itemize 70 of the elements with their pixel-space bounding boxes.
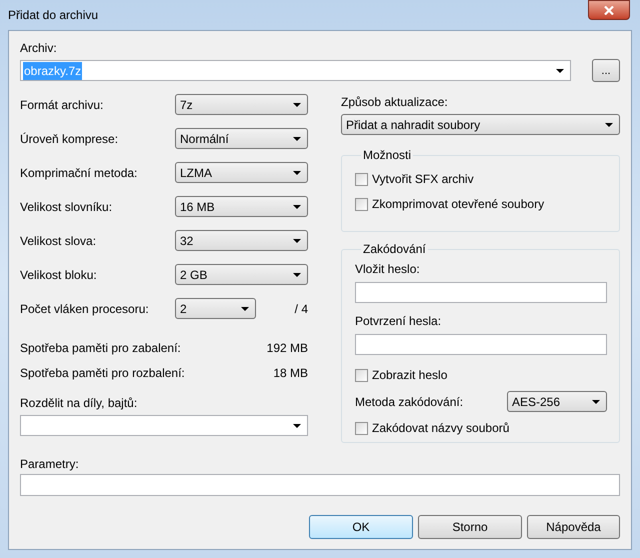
dropdown[interactable]: LZMA	[175, 162, 308, 183]
group-title: Možnosti	[362, 147, 412, 163]
dropdown[interactable]: Normální	[175, 128, 308, 149]
checkbox-label: Zakódovat názvy souborů	[372, 420, 510, 437]
setting-label: Velikost bloku:	[20, 266, 98, 284]
dropdown-value: Normální	[180, 130, 229, 148]
checkbox-label: Zobrazit heslo	[372, 367, 448, 384]
dropdown-value: 32	[180, 232, 194, 250]
dialog-button[interactable]: Nápověda	[527, 515, 620, 539]
setting-label: Velikost slova:	[20, 232, 98, 250]
memory-value: 192 MB	[266, 340, 308, 356]
dropdown[interactable]: 7z	[175, 94, 308, 115]
window-title: Přidat do archivu	[8, 7, 98, 24]
dropdown[interactable]: 16 MB	[175, 196, 308, 217]
memory-label: Spotřeba paměti pro rozbalení:	[20, 364, 185, 382]
dropdown[interactable]: Přidat a nahradit soubory	[341, 114, 620, 135]
dropdown-value: AES-256	[512, 394, 560, 410]
dropdown[interactable]: 2	[175, 298, 256, 319]
password-confirm-field[interactable]	[355, 334, 607, 355]
parameters-field[interactable]	[20, 474, 620, 496]
field-label: Potvrzení hesla:	[355, 313, 442, 329]
dropdown-value: LZMA	[180, 164, 212, 182]
dropdown-value: 2	[180, 300, 187, 318]
field-label: Parametry:	[20, 456, 80, 472]
thread-total: / 4	[294, 300, 308, 318]
dropdown-arrow-icon	[592, 400, 600, 404]
checkbox[interactable]	[355, 368, 368, 382]
memory-value: 18 MB	[273, 364, 308, 382]
dropdown[interactable]: 32	[175, 230, 308, 251]
dropdown-arrow-icon	[293, 170, 301, 174]
checkbox-label: Zkomprimovat otevřené soubory	[372, 196, 544, 213]
field-label: Archiv:	[20, 40, 58, 56]
checkbox-label: Vytvořit SFX archiv	[372, 171, 474, 188]
dropdown-arrow-icon	[605, 122, 613, 126]
checkbox[interactable]	[355, 172, 368, 186]
setting-label: Komprimační metoda:	[20, 164, 138, 182]
field-label: Rozdělit na díly, bajtů:	[20, 395, 138, 411]
setting-label: Úroveň komprese:	[20, 130, 120, 148]
field-label: Způsob aktualizace:	[341, 94, 449, 110]
dropdown-arrow-icon	[293, 238, 301, 242]
setting-label: Formát archivu:	[20, 96, 104, 114]
dropdown-arrow-icon	[293, 204, 301, 208]
dropdown[interactable]: AES-256	[507, 391, 607, 412]
checkbox[interactable]	[355, 198, 368, 210]
dropdown-arrow-icon	[293, 272, 301, 276]
close-button[interactable]	[588, 0, 630, 20]
dialog-button[interactable]: OK	[309, 515, 413, 539]
dropdown-value: Přidat a nahradit soubory	[346, 116, 480, 134]
dropdown[interactable]: 2 GB	[175, 264, 308, 285]
checkbox[interactable]	[355, 422, 368, 434]
memory-label: Spotřeba paměti pro zabalení:	[20, 340, 181, 356]
dropdown[interactable]	[20, 415, 308, 436]
dropdown-value: 7z	[180, 96, 193, 114]
setting-label: Počet vláken procesoru:	[20, 300, 150, 318]
browse-button[interactable]: ...	[592, 59, 620, 82]
password-field[interactable]	[355, 282, 607, 303]
dropdown-arrow-icon	[293, 102, 301, 106]
dropdown-arrow-icon	[241, 306, 249, 310]
field-label: Vložit heslo:	[355, 261, 421, 277]
dropdown-value: 2 GB	[180, 266, 208, 284]
archive-name: obrazky.7z	[23, 62, 82, 80]
close-icon	[604, 6, 614, 14]
dropdown-arrow-icon	[556, 68, 564, 72]
setting-label: Velikost slovníku:	[20, 198, 114, 216]
dropdown-arrow-icon	[293, 424, 301, 428]
dropdown-arrow-icon	[293, 136, 301, 140]
dropdown-value: 16 MB	[180, 198, 215, 216]
group-title: Zakódování	[362, 241, 427, 257]
dialog-button[interactable]: Storno	[418, 515, 522, 539]
setting-label: Metoda zakódování:	[355, 394, 464, 410]
